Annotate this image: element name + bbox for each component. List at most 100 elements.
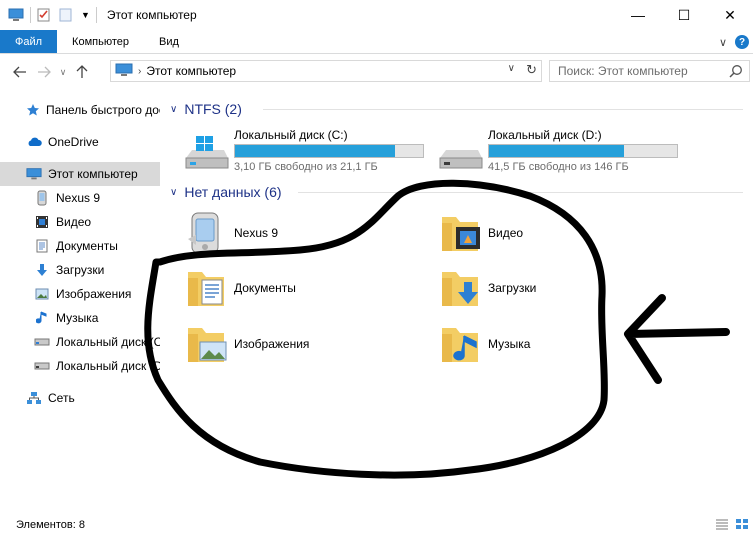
- address-bar[interactable]: › Этот компьютер ∨ ↻: [110, 60, 542, 82]
- item-label: Видео: [488, 226, 524, 240]
- sidebar-item-downloads[interactable]: Загрузки: [0, 258, 160, 282]
- drive-item-d[interactable]: Локальный диск (D:) 41,5 ГБ свободно из …: [436, 128, 686, 174]
- sidebar-item-label: Документы: [56, 239, 118, 253]
- sidebar-item-this-pc[interactable]: Этот компьютер: [0, 162, 160, 186]
- group-divider: [298, 192, 743, 193]
- sidebar-item-onedrive[interactable]: OneDrive: [0, 130, 160, 154]
- download-icon: [34, 262, 50, 278]
- drive-icon: [34, 334, 50, 350]
- separator: [95, 7, 97, 23]
- drive-icon: [436, 134, 484, 170]
- up-button[interactable]: [70, 60, 94, 84]
- group-header-ntfs[interactable]: ∨ NTFS (2): [170, 99, 743, 119]
- maximize-button[interactable]: ☐: [661, 0, 707, 30]
- music-folder-icon: [436, 320, 484, 368]
- sidebar-item-video[interactable]: Видео: [0, 210, 160, 234]
- refresh-icon[interactable]: ↻: [526, 62, 537, 78]
- item-label: Документы: [234, 281, 296, 295]
- drive-item-c[interactable]: Локальный диск (C:) 3,10 ГБ свободно из …: [182, 128, 424, 174]
- tab-file[interactable]: Файл: [0, 30, 58, 53]
- item-label: Изображения: [234, 337, 310, 351]
- back-button[interactable]: [8, 60, 32, 84]
- item-documents[interactable]: Документы: [182, 264, 296, 312]
- ribbon-tabs: Файл Компьютер Вид ∨ ?: [0, 30, 753, 54]
- drive-free-space: 41,5 ГБ свободно из 146 ГБ: [488, 161, 629, 173]
- tab-computer[interactable]: Компьютер: [57, 30, 144, 53]
- group-header-no-data[interactable]: ∨ Нет данных (6): [170, 182, 743, 202]
- item-label: Музыка: [488, 337, 531, 351]
- sidebar-item-quick-access[interactable]: Панель быстрого доступа: [0, 98, 160, 122]
- item-music[interactable]: Музыка: [436, 320, 530, 368]
- drive-name: Локальный диск (C:): [234, 128, 348, 142]
- drive-usage-fill: [489, 145, 624, 157]
- item-downloads[interactable]: Загрузки: [436, 264, 536, 312]
- sidebar-item-drive-c[interactable]: Локальный диск (C:): [0, 330, 160, 354]
- pictures-folder-icon: [182, 320, 230, 368]
- drive-icon: [34, 358, 50, 374]
- chevron-down-icon[interactable]: ∨: [508, 63, 515, 74]
- minimize-button[interactable]: —: [615, 0, 661, 30]
- search-icon: [729, 64, 743, 81]
- address-path[interactable]: Этот компьютер: [146, 64, 236, 78]
- new-folder-icon[interactable]: [59, 8, 75, 22]
- customize-toolbar-icon[interactable]: ▼: [81, 10, 90, 20]
- computer-icon: [115, 63, 133, 80]
- view-switcher: [715, 518, 749, 533]
- cloud-icon: [26, 134, 42, 150]
- navigation-pane: Панель быстрого доступа OneDrive Этот ко…: [0, 92, 160, 510]
- sidebar-item-network[interactable]: Сеть: [0, 386, 160, 410]
- sidebar-item-drive-d[interactable]: Локальный диск (D:): [0, 354, 160, 378]
- video-folder-icon: [436, 209, 484, 257]
- close-button[interactable]: ✕: [707, 0, 753, 30]
- content-pane: ∨ NTFS (2) Локальный диск (C:) 3,10 ГБ с…: [160, 92, 753, 510]
- drive-usage-bar: [488, 144, 678, 158]
- documents-icon: [34, 238, 50, 254]
- item-video[interactable]: Видео: [436, 209, 523, 257]
- phone-icon: [34, 190, 50, 206]
- properties-icon[interactable]: [37, 8, 53, 22]
- help-icon[interactable]: ?: [735, 35, 749, 49]
- item-label: Загрузки: [488, 281, 537, 295]
- sidebar-item-label: Локальный диск (C:): [56, 335, 160, 349]
- window-controls: — ☐ ✕: [615, 0, 753, 30]
- window-title: Этот компьютер: [106, 8, 197, 22]
- network-icon: [26, 390, 42, 406]
- separator: [30, 7, 31, 23]
- downloads-folder-icon: [436, 264, 484, 312]
- drive-name: Локальный диск (D:): [488, 128, 602, 142]
- sidebar-item-nexus[interactable]: Nexus 9: [0, 186, 160, 210]
- documents-folder-icon: [182, 264, 230, 312]
- sidebar-item-music[interactable]: Музыка: [0, 306, 160, 330]
- windows-drive-icon: [182, 134, 230, 170]
- item-nexus-9[interactable]: Nexus 9: [182, 209, 278, 257]
- recent-locations-button[interactable]: ∨: [56, 60, 70, 84]
- sidebar-item-label: OneDrive: [48, 135, 99, 149]
- computer-icon: [26, 166, 42, 182]
- sidebar-item-label: Локальный диск (D:): [56, 359, 160, 373]
- sidebar-item-label: Музыка: [56, 311, 99, 325]
- group-label: NTFS (2): [184, 101, 242, 117]
- chevron-right-icon[interactable]: ›: [138, 66, 141, 77]
- computer-icon: [8, 8, 24, 22]
- forward-arrow-icon: [38, 66, 51, 78]
- sidebar-item-label: Панель быстрого доступа: [46, 103, 160, 117]
- sidebar-item-label: Загрузки: [56, 263, 105, 277]
- sidebar-item-label: Изображения: [56, 287, 132, 301]
- drive-usage-bar: [234, 144, 424, 158]
- sidebar-item-label: Nexus 9: [56, 191, 101, 205]
- tiles-view-icon[interactable]: [735, 518, 749, 533]
- item-label: Nexus 9: [234, 226, 279, 240]
- tab-view[interactable]: Вид: [144, 30, 194, 53]
- expand-ribbon-icon[interactable]: ∨: [719, 36, 727, 49]
- up-arrow-icon: [76, 65, 88, 78]
- status-bar: Элементов: 8: [0, 514, 753, 536]
- group-divider: [263, 109, 743, 110]
- sidebar-item-documents[interactable]: Документы: [0, 234, 160, 258]
- forward-button[interactable]: [32, 60, 56, 84]
- sidebar-item-label: Сеть: [48, 391, 75, 405]
- search-input[interactable]: Поиск: Этот компьютер: [549, 60, 750, 82]
- sidebar-item-pictures[interactable]: Изображения: [0, 282, 160, 306]
- item-pictures[interactable]: Изображения: [182, 320, 309, 368]
- item-count: Элементов: 8: [16, 519, 85, 531]
- details-view-icon[interactable]: [715, 518, 729, 533]
